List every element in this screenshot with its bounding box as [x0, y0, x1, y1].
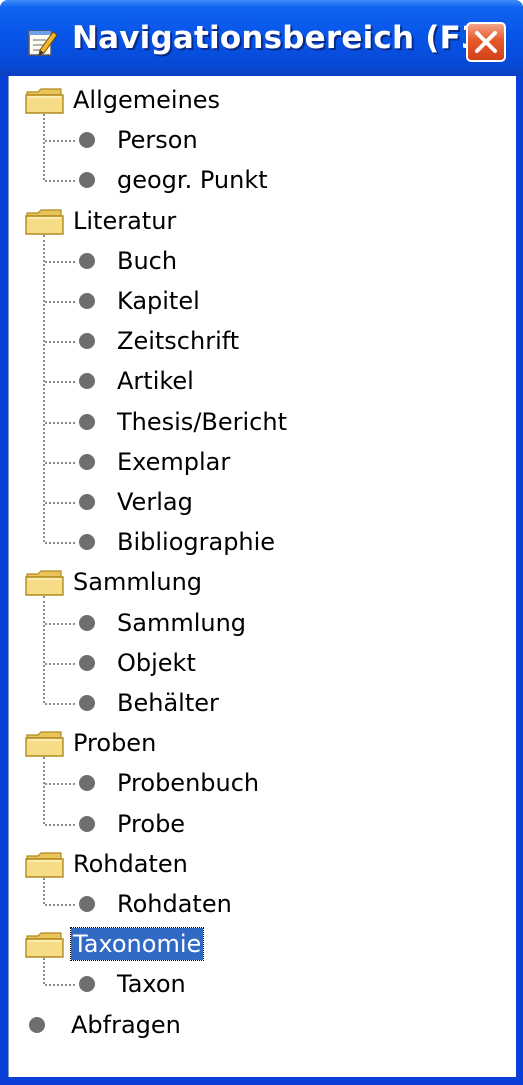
bullet-icon [79, 293, 95, 309]
navigation-window: Navigationsbereich (F3) Allgemeines Perso… [0, 0, 523, 1085]
bullet-icon [79, 132, 95, 149]
window-title: Navigationsbereich (F3) [72, 20, 498, 56]
tree-connector-line [45, 622, 75, 625]
tree-item-label: Exemplar [117, 447, 231, 476]
folder-icon [25, 851, 65, 879]
tree-item-label: Taxon [117, 970, 186, 999]
tree-connector-line [45, 542, 75, 545]
tree-connector-line [45, 662, 75, 665]
navigation-tree-panel: Allgemeines Person geogr. Punkt Literatur Bu… [8, 76, 516, 1077]
tree-connector-line [45, 301, 75, 303]
tree-item-label: Rohdaten [117, 890, 232, 918]
bullet-icon [79, 695, 95, 711]
tree-connector-line [45, 904, 75, 906]
folder-icon [25, 87, 65, 115]
tree-item-label: Bibliographie [117, 528, 276, 557]
tree-item-label: Buch [117, 246, 178, 275]
bullet-icon [79, 453, 95, 470]
tree-item-label: Abfragen [71, 1010, 181, 1039]
tree-connector-line [43, 114, 45, 181]
tree-folder-label: Allgemeines [73, 86, 221, 114]
tree-item-label: Probe [117, 809, 186, 838]
tree-connector-line [43, 234, 45, 543]
tree-folder-label: Rohdaten [73, 849, 188, 878]
tree-connector-line [43, 757, 45, 824]
tree-item-label: geogr. Punkt [117, 166, 268, 195]
tree-connector-line [45, 703, 75, 705]
bullet-icon [79, 534, 95, 551]
tree-connector-line [43, 958, 45, 985]
bullet-icon [79, 654, 95, 671]
bullet-icon [79, 413, 95, 430]
tree-item-label: Person [117, 126, 198, 155]
tree-folder-label: Literatur [73, 206, 177, 235]
tree-connector-line [45, 381, 75, 384]
bullet-icon [79, 172, 95, 189]
close-button[interactable] [466, 22, 506, 62]
folder-icon [25, 569, 65, 597]
tree-item-label: Objekt [117, 648, 196, 677]
bullet-icon [79, 775, 95, 792]
folder-icon [25, 931, 65, 959]
bullet-icon [79, 494, 95, 510]
tree-connector-line [45, 823, 75, 826]
tree-item-label: Thesis/Bericht [117, 407, 287, 436]
tree-item-label: Behälter [117, 689, 219, 717]
tree-item-label: Verlag [117, 488, 193, 516]
tree-item-label: Kapitel [117, 287, 200, 315]
tree-connector-line [43, 877, 45, 904]
tree-connector-line [45, 502, 75, 504]
tree-item-label: Sammlung [117, 608, 247, 637]
tree-folder-label: Sammlung [73, 568, 203, 597]
bullet-icon [79, 896, 95, 912]
bullet-icon [79, 614, 95, 631]
bullet-icon [79, 252, 95, 269]
tree-folder-label: Proben [73, 729, 157, 758]
bullet-icon [29, 1016, 45, 1033]
tree-connector-line [45, 180, 75, 183]
tree-item-label: Zeitschrift [117, 327, 240, 356]
bullet-icon [79, 815, 95, 832]
bullet-icon [79, 976, 95, 993]
tree-connector-line [43, 596, 45, 703]
tree-item-label: Probenbuch [117, 769, 260, 798]
navigation-tree: Allgemeines Person geogr. Punkt Literatur Bu… [9, 76, 516, 1077]
tree-connector-line [45, 341, 75, 344]
bullet-icon [79, 333, 95, 350]
tree-connector-line [45, 260, 75, 263]
tree-folder-label: Taxonomie [69, 927, 205, 962]
title-bar[interactable]: Navigationsbereich (F3) [0, 0, 523, 76]
tree-connector-line [45, 984, 75, 987]
tree-item-label: Artikel [117, 367, 194, 396]
tree-connector-line [45, 461, 75, 464]
folder-icon [25, 208, 65, 236]
folder-icon [25, 730, 65, 758]
tree-connector-line [45, 421, 75, 424]
close-icon [475, 31, 497, 53]
tree-connector-line [45, 140, 75, 143]
tree-connector-line [45, 783, 75, 786]
bullet-icon [79, 373, 95, 390]
notepad-pencil-icon [28, 30, 58, 56]
